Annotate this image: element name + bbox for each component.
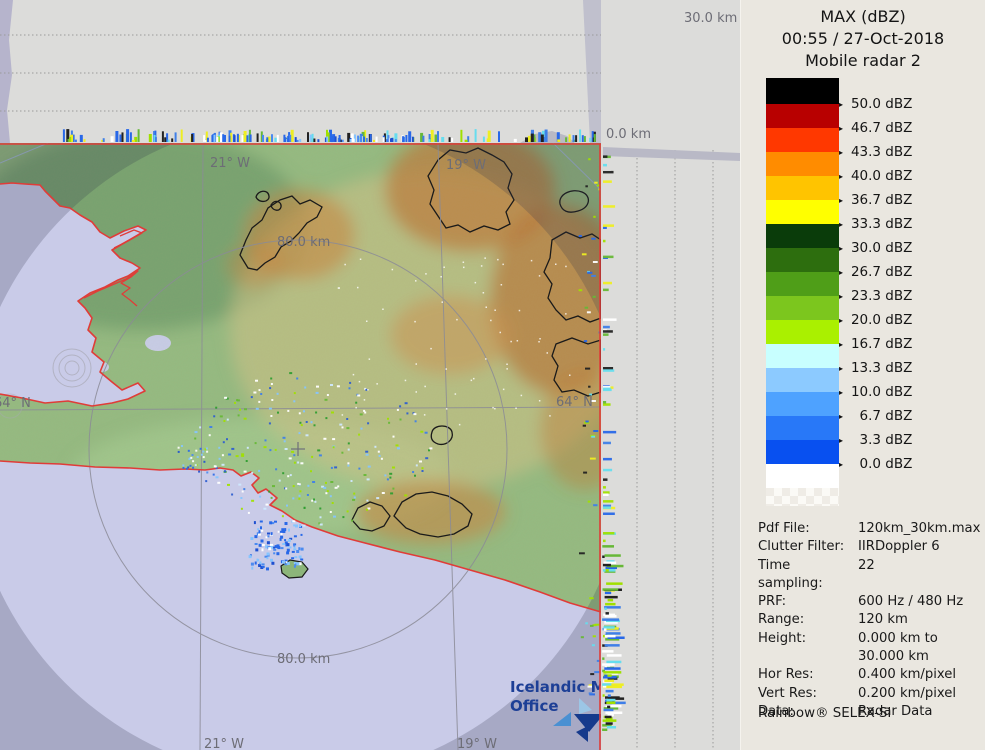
legend-band xyxy=(766,248,839,272)
legend-band-below-min xyxy=(766,464,839,488)
lon-19w-bottom-label: 19° W xyxy=(457,737,497,750)
legend-band xyxy=(766,320,839,344)
legend-tick-arrow-icon: ▸ xyxy=(839,148,843,157)
legend-band xyxy=(766,344,839,368)
legend-band xyxy=(766,416,839,440)
product-datetime: 00:55 / 27-Oct-2018 xyxy=(741,28,985,50)
software-brand: Rainbow® SELEX-SI xyxy=(758,706,891,721)
legend-band xyxy=(766,368,839,392)
legend-label: ▸30.0 dBZ xyxy=(839,240,912,256)
legend-panel: MAX (dBZ) 00:55 / 27-Oct-2018 Mobile rad… xyxy=(740,0,985,750)
height-scale-min-label: 0.0 km xyxy=(606,127,651,142)
radar-name: Mobile radar 2 xyxy=(741,50,985,72)
metadata-row: Time sampling:22 xyxy=(758,557,980,594)
top-height-strip xyxy=(0,0,605,143)
legend-band xyxy=(766,176,839,200)
legend-label: ▸40.0 dBZ xyxy=(839,168,912,184)
lon-21w-bottom-label: 21° W xyxy=(204,737,244,750)
legend-band xyxy=(766,152,839,176)
radar-display[interactable]: 30.0 km 0.0 km xyxy=(0,0,740,750)
lat-64n-left-label: 64° N xyxy=(0,396,31,411)
legend-band xyxy=(766,78,839,104)
legend-tick-arrow-icon: ▸ xyxy=(839,340,843,349)
product-title: MAX (dBZ) xyxy=(741,6,985,28)
product-metadata: Pdf File:120km_30km.maxClutter Filter:II… xyxy=(758,520,980,721)
legend-band xyxy=(766,440,839,464)
metadata-row: Range:120 km xyxy=(758,611,980,629)
lat-64n-right-label: 64° N xyxy=(556,395,593,410)
right-height-strip xyxy=(601,0,740,750)
legend-tick-arrow-icon: ▸ xyxy=(839,292,843,301)
legend-label: ▸33.3 dBZ xyxy=(839,216,912,232)
legend-tick-arrow-icon: ▸ xyxy=(839,436,843,445)
ring-80km-bottom-label: 80.0 km xyxy=(277,652,330,667)
lon-21w-top-label: 21° W xyxy=(210,156,250,171)
legend-tick-arrow-icon: ▸ xyxy=(839,388,843,397)
legend-tick-arrow-icon: ▸ xyxy=(839,244,843,253)
legend-label: ▸20.0 dBZ xyxy=(839,312,912,328)
legend-band xyxy=(766,272,839,296)
metadata-row: Clutter Filter:IIRDoppler 6 xyxy=(758,538,980,556)
legend-band-transparent xyxy=(766,488,839,506)
legend-label: ▸3.3 dBZ xyxy=(839,432,912,448)
metadata-row: Hor Res:0.400 km/pixel xyxy=(758,666,980,684)
legend-band xyxy=(766,200,839,224)
ring-80km-top-label: 80.0 km xyxy=(277,235,330,250)
metadata-row: Pdf File:120km_30km.max xyxy=(758,520,980,538)
metadata-row: PRF:600 Hz / 480 Hz xyxy=(758,593,980,611)
metadata-row: 30.000 km xyxy=(758,648,980,666)
legend-label: ▸16.7 dBZ xyxy=(839,336,912,352)
height-scale-max-label: 30.0 km xyxy=(684,11,737,26)
metadata-row: Height:0.000 km to xyxy=(758,630,980,648)
legend-label: ▸13.3 dBZ xyxy=(839,360,912,376)
product-header: MAX (dBZ) 00:55 / 27-Oct-2018 Mobile rad… xyxy=(741,6,985,72)
imo-logo-text-2: Office xyxy=(510,697,559,715)
legend-label: ▸50.0 dBZ xyxy=(839,96,912,112)
legend-label: ▸43.3 dBZ xyxy=(839,144,912,160)
legend-tick-arrow-icon: ▸ xyxy=(839,100,843,109)
legend-label: ▸46.7 dBZ xyxy=(839,120,912,136)
legend-label: ▸23.3 dBZ xyxy=(839,288,912,304)
map-canvas[interactable]: 21° W 19° W 21° W 19° W 64° N 64° N 80.0… xyxy=(0,119,630,750)
legend-label: ▸26.7 dBZ xyxy=(839,264,912,280)
legend-tick-arrow-icon: ▸ xyxy=(839,172,843,181)
lon-19w-top-label: 19° W xyxy=(446,158,486,173)
metadata-row: Vert Res:0.200 km/pixel xyxy=(758,685,980,703)
legend-band xyxy=(766,104,839,128)
legend-tick-arrow-icon: ▸ xyxy=(839,268,843,277)
legend-tick-arrow-icon: ▸ xyxy=(839,364,843,373)
legend-band xyxy=(766,392,839,416)
legend-label: ▸10.0 dBZ xyxy=(839,384,912,400)
legend-tick-arrow-icon: ▸ xyxy=(839,124,843,133)
legend-tick-arrow-icon: ▸ xyxy=(839,412,843,421)
legend-tick-arrow-icon: ▸ xyxy=(839,460,843,469)
legend-label: ▸36.7 dBZ xyxy=(839,192,912,208)
legend-tick-arrow-icon: ▸ xyxy=(839,316,843,325)
legend-band xyxy=(766,128,839,152)
legend-tick-arrow-icon: ▸ xyxy=(839,220,843,229)
color-scale xyxy=(766,78,839,506)
legend-band xyxy=(766,296,839,320)
legend-label: ▸0.0 dBZ xyxy=(839,456,912,472)
legend-label: ▸6.7 dBZ xyxy=(839,408,912,424)
legend-tick-arrow-icon: ▸ xyxy=(839,196,843,205)
legend-band xyxy=(766,224,839,248)
